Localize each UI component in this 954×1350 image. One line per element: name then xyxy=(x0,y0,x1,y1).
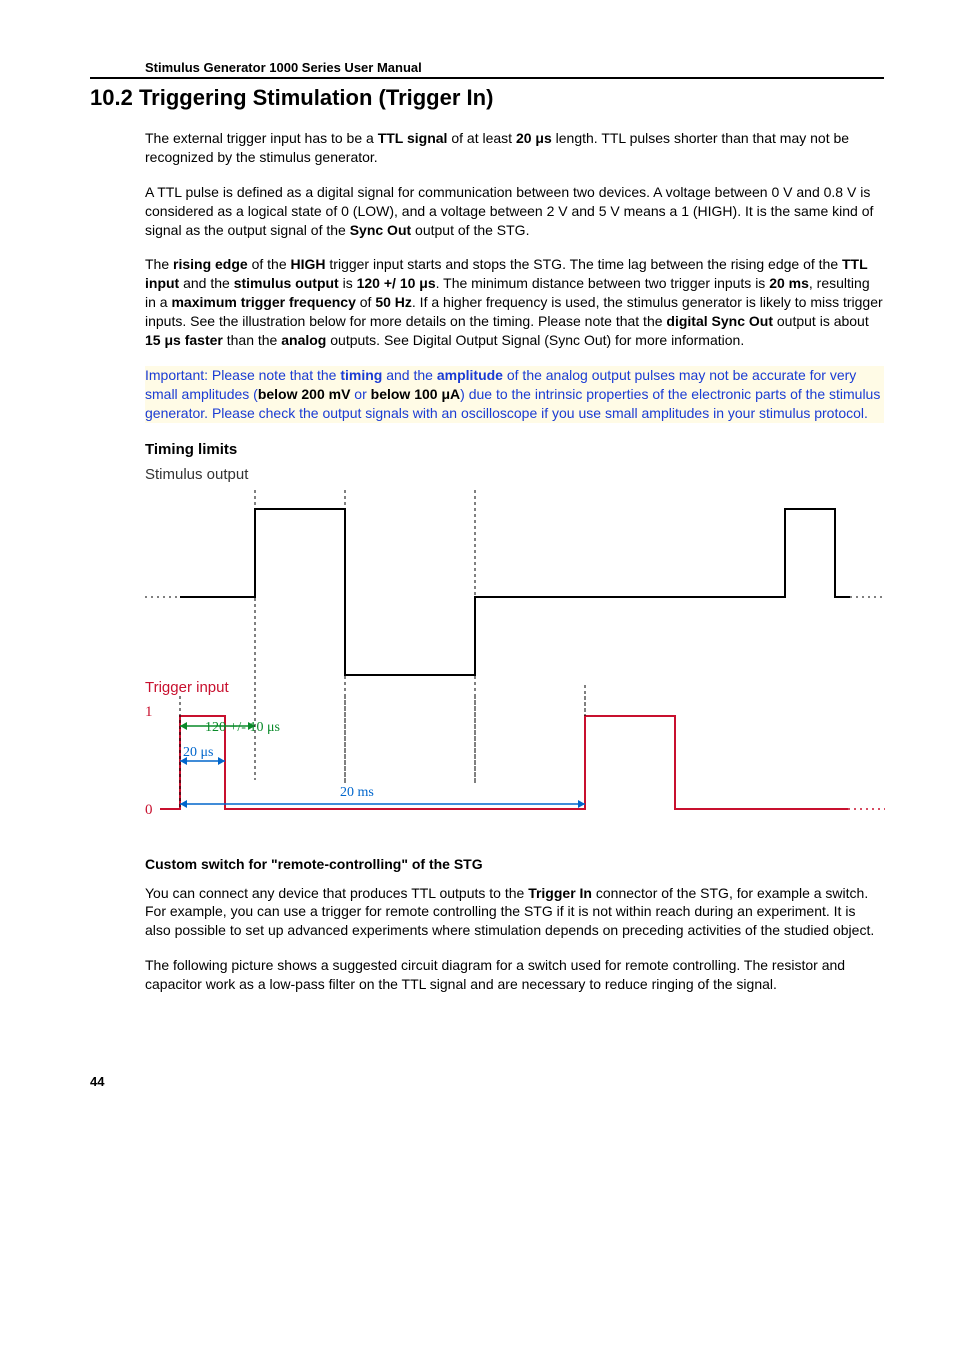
section-title: Triggering Stimulation (Trigger In) xyxy=(139,85,493,110)
section-number: 10.2 xyxy=(90,85,133,110)
timing-diagram: Stimulus output Trigger input 1 0 xyxy=(145,466,884,826)
y-axis-0: 0 xyxy=(145,802,153,818)
y-axis-1: 1 xyxy=(145,704,153,720)
paragraph-circuit: The following picture shows a suggested … xyxy=(145,956,884,994)
diagram-connectors xyxy=(145,490,885,491)
trigger-waveform: 1 0 120 +/- 10 μs 2 xyxy=(145,696,885,826)
stimulus-output-label: Stimulus output xyxy=(145,466,884,483)
section-heading: 10.2 Triggering Stimulation (Trigger In) xyxy=(90,85,884,111)
paragraph-custom-switch: You can connect any device that produces… xyxy=(145,884,884,941)
paragraph-ttl-signal: The external trigger input has to be a T… xyxy=(145,129,884,167)
trigger-input-label: Trigger input xyxy=(145,679,884,696)
stimulus-waveform xyxy=(145,487,885,677)
paragraph-rising-edge: The rising edge of the HIGH trigger inpu… xyxy=(145,255,884,349)
timing-limits-heading: Timing limits xyxy=(145,441,884,458)
page-number: 44 xyxy=(90,1074,884,1089)
running-header: Stimulus Generator 1000 Series User Manu… xyxy=(145,60,884,75)
important-note: Important: Please note that the timing a… xyxy=(145,366,884,423)
delay-label: 120 +/- 10 μs xyxy=(205,720,280,735)
custom-switch-heading: Custom switch for "remote-controlling" o… xyxy=(145,856,884,872)
header-rule xyxy=(90,77,884,79)
paragraph-ttl-def: A TTL pulse is defined as a digital sign… xyxy=(145,183,884,240)
min-gap-label: 20 ms xyxy=(340,785,374,800)
pulse-width-label: 20 μs xyxy=(183,745,213,760)
